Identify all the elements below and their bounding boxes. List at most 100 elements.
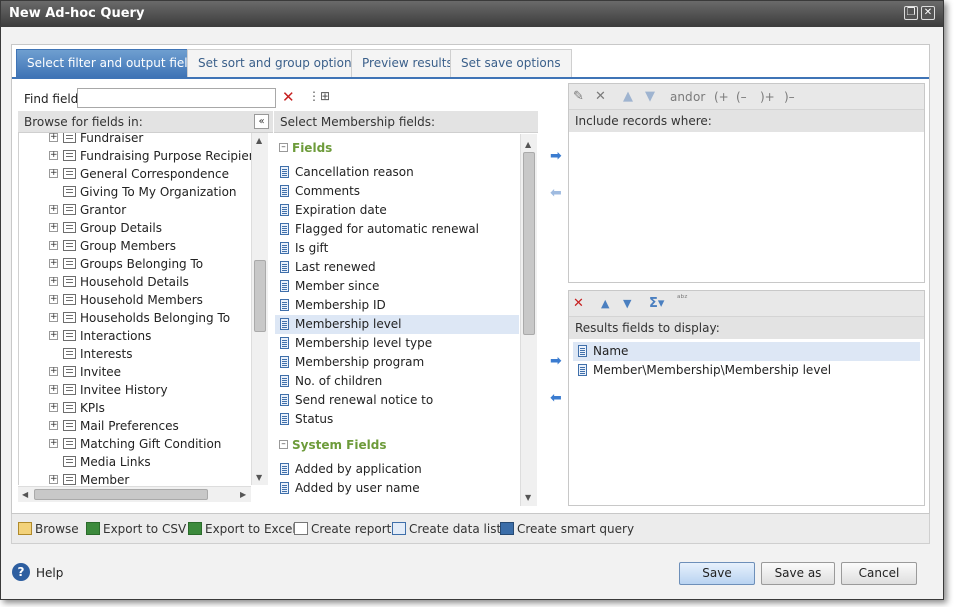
browse-tree-item[interactable]: + General Correspondence <box>19 165 253 183</box>
results-rename-icon[interactable]: ᵃᵇᶻ <box>677 294 688 304</box>
restore-icon[interactable]: ❐ <box>904 6 918 20</box>
filter-open-minus-button[interactable]: (– <box>736 90 747 104</box>
browse-tree-item[interactable]: + Group Members <box>19 237 253 255</box>
browse-tree-item[interactable]: + Household Members <box>19 291 253 309</box>
field-group-header[interactable]: – System Fields <box>279 435 386 455</box>
expand-icon[interactable]: + <box>49 367 58 376</box>
browse-tree-item[interactable]: + Invitee <box>19 363 253 381</box>
browse-vscroll[interactable]: ▲ ▼ <box>251 133 268 485</box>
expand-icon[interactable]: + <box>49 313 58 322</box>
field-list-item[interactable]: Comments <box>275 182 519 201</box>
add-filter-arrow-icon[interactable]: ➡ <box>550 148 562 164</box>
remove-filter-arrow-icon[interactable]: ⬅ <box>550 185 562 201</box>
field-list-item[interactable]: Flagged for automatic renewal <box>275 220 519 239</box>
tab-sort-group[interactable]: Set sort and group options <box>187 49 369 77</box>
create-report-button[interactable]: Create report <box>294 522 391 536</box>
find-field-input[interactable] <box>77 88 276 108</box>
fields-vscroll[interactable]: ▲ ▼ <box>520 134 537 506</box>
scroll-right-icon[interactable]: ▶ <box>240 490 246 499</box>
filter-wand-icon[interactable]: ✎ <box>573 89 584 104</box>
tab-save-options[interactable]: Set save options <box>450 49 572 77</box>
save-as-button[interactable]: Save as <box>761 562 835 585</box>
results-move-up-icon[interactable]: ▲ <box>601 297 609 310</box>
field-list-item[interactable]: Membership level <box>275 315 519 334</box>
field-list-item[interactable]: Membership program <box>275 353 519 372</box>
help-link[interactable]: Help <box>36 566 63 580</box>
browse-tree-item[interactable]: + KPIs <box>19 399 253 417</box>
field-group-header[interactable]: – Fields <box>279 138 332 158</box>
browse-tree-item[interactable]: + Households Belonging To <box>19 309 253 327</box>
results-delete-icon[interactable]: ✕ <box>573 296 584 311</box>
cancel-button[interactable]: Cancel <box>841 562 917 585</box>
expand-icon[interactable]: + <box>49 223 58 232</box>
field-list-item[interactable]: Last renewed <box>275 258 519 277</box>
filter-and-button[interactable]: and <box>670 90 693 104</box>
expand-icon[interactable]: + <box>49 241 58 250</box>
browse-tree-item[interactable]: Media Links <box>19 453 253 471</box>
browse-tree-item[interactable]: + Mail Preferences <box>19 417 253 435</box>
field-list-item[interactable]: Status <box>275 410 519 429</box>
field-list-item[interactable]: Send renewal notice to <box>275 391 519 410</box>
help-icon[interactable]: ? <box>12 563 30 581</box>
browse-tree-item[interactable]: + Fundraiser <box>19 133 253 147</box>
filter-open-plus-button[interactable]: (+ <box>714 90 729 104</box>
fields-scroll-up-icon[interactable]: ▲ <box>525 140 531 149</box>
tab-select-fields[interactable]: Select filter and output fields <box>16 49 213 77</box>
field-list-item[interactable]: Added by user name <box>275 479 519 498</box>
filter-move-down-icon[interactable]: ▼ <box>645 89 655 104</box>
expand-icon[interactable]: + <box>49 277 58 286</box>
filter-delete-icon[interactable]: ✕ <box>595 89 606 104</box>
collapse-icon[interactable]: – <box>279 440 288 449</box>
expand-icon[interactable]: + <box>49 385 58 394</box>
filter-close-minus-button[interactable]: )– <box>784 90 795 104</box>
collapse-icon[interactable]: – <box>279 143 288 152</box>
tree-options-icon[interactable]: ⋮⊞ <box>308 89 330 103</box>
browse-tree-item[interactable]: Giving To My Organization <box>19 183 253 201</box>
collapse-panel-icon[interactable]: « <box>254 114 269 129</box>
expand-icon[interactable]: + <box>49 403 58 412</box>
fields-scroll-down-icon[interactable]: ▼ <box>525 493 531 502</box>
fields-vthumb[interactable] <box>523 152 535 335</box>
results-list-item[interactable]: Member\Membership\Membership level <box>573 361 920 380</box>
browse-button[interactable]: Browse <box>18 522 79 536</box>
scroll-up-icon[interactable]: ▲ <box>256 136 262 145</box>
browse-tree-item[interactable]: + Invitee History <box>19 381 253 399</box>
browse-tree-item[interactable]: + Interactions <box>19 327 253 345</box>
browse-tree-item[interactable]: Interests <box>19 345 253 363</box>
expand-icon[interactable]: + <box>49 169 58 178</box>
expand-icon[interactable]: + <box>49 133 58 142</box>
field-list-item[interactable]: Membership ID <box>275 296 519 315</box>
results-summarize-icon[interactable]: Σ▾ <box>649 296 664 311</box>
scroll-left-icon[interactable]: ◀ <box>22 490 28 499</box>
browse-tree-item[interactable]: + Matching Gift Condition <box>19 435 253 453</box>
close-icon[interactable]: ✕ <box>921 6 935 20</box>
expand-icon[interactable]: + <box>49 205 58 214</box>
remove-output-arrow-icon[interactable]: ⬅ <box>550 390 562 406</box>
browse-vthumb[interactable] <box>254 260 266 332</box>
add-output-arrow-icon[interactable]: ➡ <box>550 353 562 369</box>
create-smart-query-button[interactable]: Create smart query <box>500 522 634 536</box>
expand-icon[interactable]: + <box>49 151 58 160</box>
scroll-down-icon[interactable]: ▼ <box>256 473 262 482</box>
field-list-item[interactable]: Expiration date <box>275 201 519 220</box>
field-list-item[interactable]: Cancellation reason <box>275 163 519 182</box>
tab-preview[interactable]: Preview results <box>351 49 464 77</box>
browse-tree-item[interactable]: + Group Details <box>19 219 253 237</box>
export-csv-button[interactable]: Export to CSV <box>86 522 186 536</box>
browse-hthumb[interactable] <box>34 489 208 500</box>
expand-icon[interactable]: + <box>49 475 58 484</box>
browse-tree-item[interactable]: + Grantor <box>19 201 253 219</box>
field-list-item[interactable]: Is gift <box>275 239 519 258</box>
expand-icon[interactable]: + <box>49 439 58 448</box>
results-list-item[interactable]: Name <box>573 342 920 361</box>
save-button[interactable]: Save <box>679 562 755 585</box>
field-list-item[interactable]: Member since <box>275 277 519 296</box>
expand-icon[interactable]: + <box>49 295 58 304</box>
results-move-down-icon[interactable]: ▼ <box>623 297 631 310</box>
browse-tree-item[interactable]: + Member <box>19 471 253 485</box>
browse-tree-item[interactable]: + Groups Belonging To <box>19 255 253 273</box>
field-list-item[interactable]: Membership level type <box>275 334 519 353</box>
create-data-list-button[interactable]: Create data list <box>392 522 501 536</box>
browse-tree-item[interactable]: + Fundraising Purpose Recipient <box>19 147 258 165</box>
clear-find-icon[interactable]: ✕ <box>282 88 295 106</box>
